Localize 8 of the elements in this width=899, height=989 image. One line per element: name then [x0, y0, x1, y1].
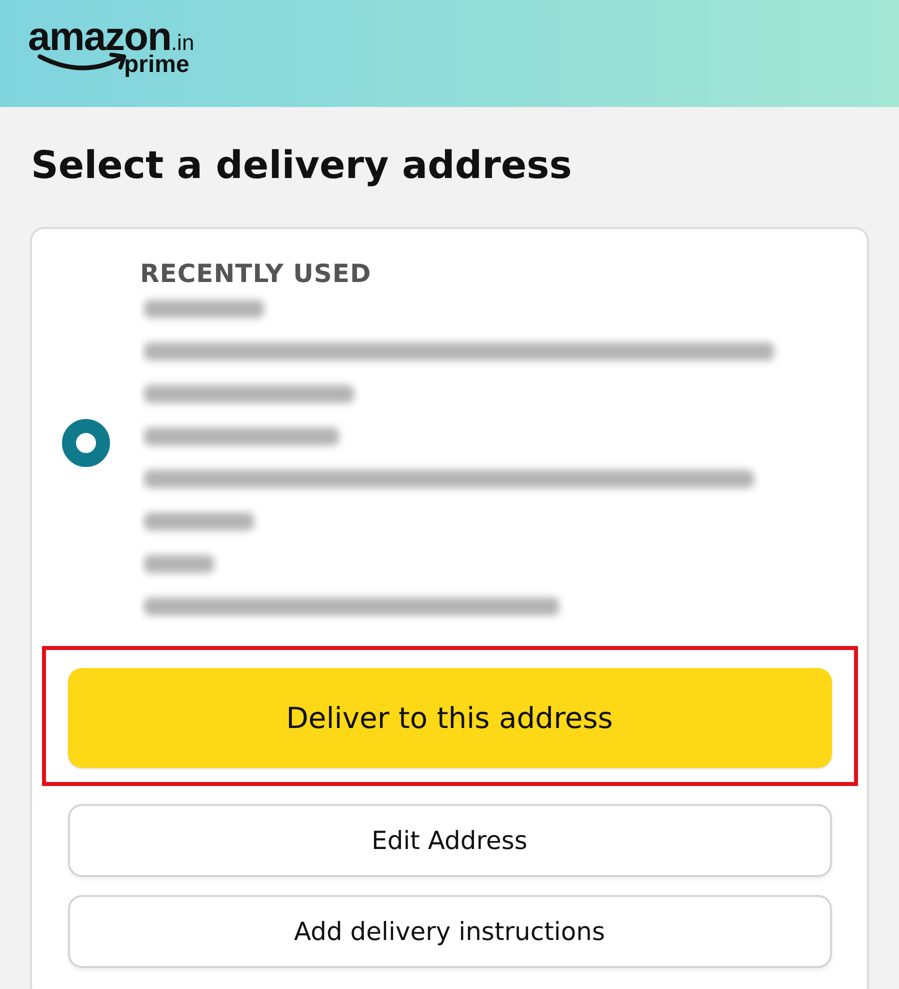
logo-domain: .in [170, 32, 194, 54]
logo-prime: prime [124, 52, 190, 76]
deliver-button[interactable]: Deliver to this address [68, 668, 832, 768]
secondary-button[interactable]: Add delivery instructions [68, 894, 832, 968]
section-label: RECENTLY USED [140, 258, 372, 288]
page-title: Select a delivery address [31, 143, 573, 189]
secondary-button[interactable]: Edit Address [68, 804, 832, 877]
radio-button[interactable] [62, 419, 110, 468]
